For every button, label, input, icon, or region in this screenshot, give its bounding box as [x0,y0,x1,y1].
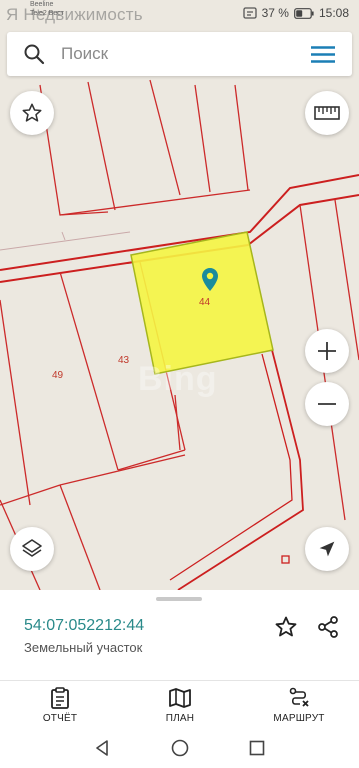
share-icon[interactable] [316,615,340,639]
home-icon[interactable] [171,739,189,757]
system-navigation-bar [0,728,359,768]
operator-1: Beeline [30,1,54,8]
nav-report-label: ОТЧЁТ [42,712,78,724]
zoom-in-button[interactable] [305,329,349,373]
plot-label-43: 43 [118,355,130,366]
map-icon [169,687,191,708]
back-icon[interactable] [95,740,109,756]
my-location-button[interactable] [305,527,349,571]
favorite-star-icon[interactable] [274,615,298,639]
map-view[interactable]: 44 49 43 Bing [0,0,359,590]
plot-label-49: 49 [52,370,64,381]
sheet-drag-handle[interactable] [156,597,202,601]
parcel-boundaries [0,79,359,590]
recents-icon[interactable] [249,740,265,756]
brand-watermark: Я Недвижимость [6,5,143,24]
plus-icon [318,342,336,360]
status-bar: Я Недвижимость Beeline Tele2 Вест 37 % 1… [0,0,359,28]
cadastral-number: 54:07:052212:44 [24,617,145,634]
favorite-map-button[interactable] [10,91,54,135]
hamburger-menu-icon[interactable] [311,46,335,63]
operator-2: Tele2 Вест [30,10,64,17]
ruler-button[interactable] [305,91,349,135]
notification-icon [242,7,257,19]
ruler-icon [314,106,340,120]
star-outline-icon [22,103,42,122]
search-icon[interactable] [23,43,45,65]
clipboard-report-icon [51,686,69,709]
nav-report[interactable]: ОТЧЁТ [30,681,90,729]
nav-plan-label: ПЛАН [165,712,195,724]
nav-route-label: МАРШРУТ [273,712,325,724]
zoom-out-button[interactable] [305,382,349,426]
navigation-arrow-icon [319,541,335,557]
battery-icon [294,7,314,19]
land-type: Земельный участок [24,640,143,655]
search-input[interactable]: Поиск [61,44,108,64]
minus-icon [318,403,336,405]
layers-icon [22,539,42,557]
nav-plan[interactable]: ПЛАН [150,681,210,729]
location-pin-icon[interactable] [201,267,219,293]
layers-button[interactable] [10,527,54,571]
battery-percent: 37 % [261,6,289,20]
bottom-navigation: ОТЧЁТ ПЛАН МАРШРУТ [0,680,359,728]
parcel-details-sheet[interactable]: 54:07:052212:44 Земельный участок [0,590,359,680]
search-bar[interactable]: Поиск [7,32,352,76]
nav-route[interactable]: МАРШРУТ [266,681,332,729]
route-icon [289,687,309,707]
plot-label-selected: 44 [199,297,211,308]
clock: 15:08 [318,6,349,20]
map-watermark: Bing [138,360,218,398]
